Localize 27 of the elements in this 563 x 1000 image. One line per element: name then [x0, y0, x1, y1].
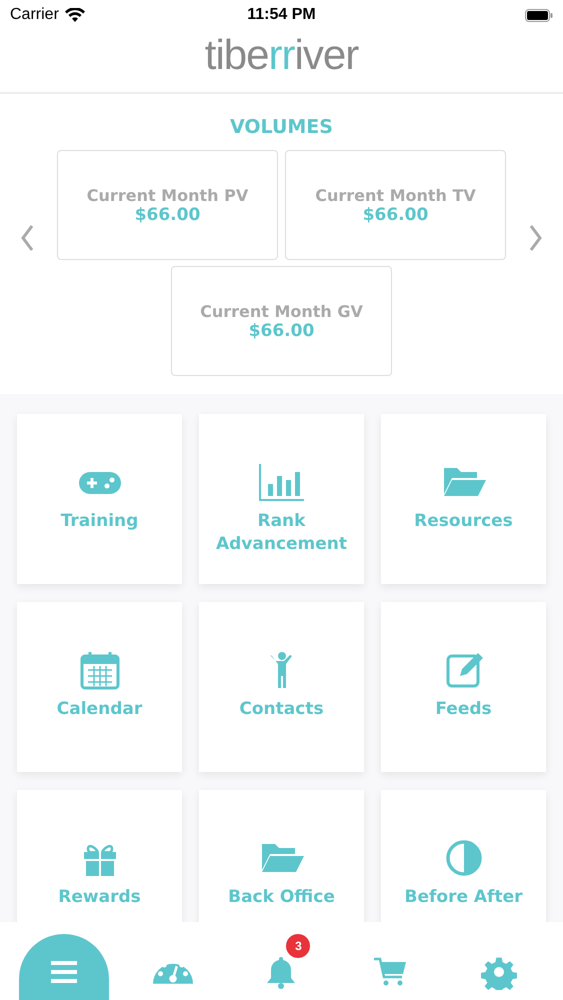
menu-tile[interactable]: Rank Advancement [199, 414, 364, 584]
volume-label: Current Month GV [200, 302, 363, 320]
menu-tile[interactable]: Feeds [381, 602, 546, 772]
chevron-right-icon[interactable] [529, 224, 543, 252]
menu-tile[interactable]: Before After [381, 790, 546, 922]
menu-tile[interactable]: Contacts [199, 602, 364, 772]
tab-button[interactable]: 3 [236, 934, 326, 1000]
menu-tile[interactable]: Training [17, 414, 182, 584]
volume-label: Current Month PV [86, 186, 248, 204]
menu-tile[interactable]: Calendar [17, 602, 182, 772]
menu-tile[interactable]: Rewards [17, 790, 182, 922]
bar-chart-icon [258, 462, 306, 502]
notification-badge: 3 [286, 934, 310, 958]
section-title: VOLUMES [229, 116, 334, 138]
carrier-label: Carrier [10, 6, 59, 24]
battery-icon [525, 8, 553, 22]
tab-button[interactable] [19, 934, 110, 1000]
volume-label: Current Month TV [315, 186, 476, 204]
logo: tiberriver [204, 30, 358, 80]
chevron-left-icon[interactable] [20, 224, 34, 252]
volume-value: $66.00 [362, 204, 428, 224]
status-time: 11:54 PM [247, 6, 316, 24]
volume-value: $66.00 [134, 204, 200, 224]
volume-value: $66.00 [248, 320, 314, 340]
wifi-icon [64, 8, 85, 22]
menu-tile[interactable]: Resources [381, 414, 546, 584]
menu-tile[interactable]: Back Office [199, 790, 364, 922]
